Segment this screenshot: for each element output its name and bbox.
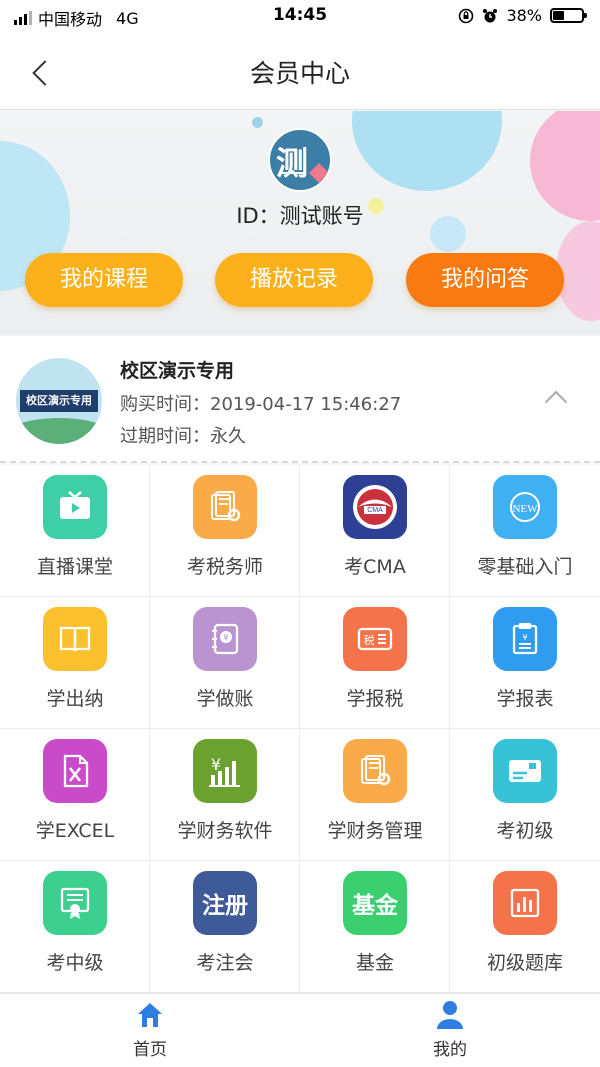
chevron-up-icon [544,390,568,414]
user-icon [437,1001,463,1029]
certificate-icon [43,871,107,935]
collapse-button[interactable] [543,385,569,414]
document-gear-icon [193,475,257,539]
home-icon [138,1003,162,1027]
grid-item-label: 学做账 [196,688,254,710]
grid-item-2[interactable]: CMA 考CMA [300,465,450,597]
user-id: ID：测试账号 [236,204,364,228]
course-name: 校区演示专用 [120,360,235,382]
decor-blob [252,117,263,128]
icon-text: 基金 [352,893,398,919]
grid-item-4[interactable]: 学出纳 [0,597,150,729]
course-thumbnail: 校区演示专用 [16,358,102,444]
my-courses-button[interactable]: 我的课程 [25,253,183,307]
grid-item-7[interactable]: ¥ 学报表 [450,597,600,729]
tab-home[interactable]: 首页 [0,994,300,1067]
grid-item-5[interactable]: ¥ 学做账 [150,597,300,729]
cma-badge-icon: CMA [343,475,407,539]
yuan-notebook-icon: ¥ [193,607,257,671]
grid-item-15[interactable]: 初级题库 [450,861,600,993]
purchase-time: 购买时间：2019-04-17 15:46:27 [120,394,402,415]
grid-item-label: 学EXCEL [35,820,115,842]
thumb-hills [16,418,102,444]
tax-ticket-icon: 税 [343,607,407,671]
grid-item-label: 初级题库 [486,952,563,974]
document-gear-icon [343,739,407,803]
grid-item-label: 考中级 [46,952,104,974]
report-clipboard-icon: ¥ [493,607,557,671]
grid-item-1[interactable]: 考税务师 [150,465,300,597]
svg-text:CMA: CMA [367,507,383,514]
grid-item-label: 学报税 [346,688,404,710]
grid-item-label: 考注会 [196,952,254,974]
grid-item-label: 零基础入门 [477,556,573,578]
card-icon [493,739,557,803]
tab-mine-label: 我的 [433,1040,467,1060]
zhuce-text-icon: 注册 [193,871,257,935]
feature-grid: 直播课堂 考税务师 CMA 考CMA NEW 零基础入门学出纳 ¥ 学做账 税学报税 ¥ 学报表学E… [0,465,600,993]
page-title: 会员中心 [249,59,350,88]
nav-bar: 会员中心 [0,34,600,110]
excel-icon [43,739,107,803]
tab-mine[interactable]: 我的 [300,994,600,1067]
status-bar: 中国移动 4G 14:45 38% [0,0,600,34]
tab-bar: 首页 我的 [0,993,600,1067]
jijin-text-icon: 基金 [343,871,407,935]
grid-item-label: 考CMA [344,556,406,578]
decor-blob [352,111,502,191]
bar-chart-icon [493,871,557,935]
grid-item-label: 直播课堂 [36,556,113,578]
grid-item-0[interactable]: 直播课堂 [0,465,150,597]
svg-text:NEW: NEW [512,503,538,515]
svg-text:税: 税 [364,633,375,647]
alarm-icon [483,8,498,22]
grid-item-10[interactable]: 学财务管理 [300,729,450,861]
svg-text:¥: ¥ [522,633,527,642]
my-questions-button[interactable]: 我的问答 [406,253,564,307]
svg-text:¥: ¥ [223,634,229,644]
profile-banner: 测 ID：测试账号 我的课程 播放记录 我的问答 [0,111,600,335]
play-history-button[interactable]: 播放记录 [215,253,373,307]
book-icon [43,607,107,671]
avatar-initial: 测 [276,144,309,182]
tab-home-label: 首页 [133,1040,167,1060]
avatar[interactable]: 测 [268,128,332,192]
rotation-lock-icon [459,8,474,23]
heartbeat-line [280,172,304,174]
grid-item-3[interactable]: NEW 零基础入门 [450,465,600,597]
grid-item-label: 学财务软件 [177,820,273,842]
battery-level-fill [553,11,564,20]
icon-text: 注册 [202,893,248,919]
expire-time: 过期时间：永久 [120,426,246,447]
grid-item-label: 考初级 [496,820,554,842]
grid-item-label: 学报表 [496,688,554,710]
grid-item-label: 学出纳 [46,688,104,710]
grid-item-12[interactable]: 考中级 [0,861,150,993]
grid-item-8[interactable]: 学EXCEL [0,729,150,861]
course-thumb-label: 校区演示专用 [20,390,98,412]
grid-item-9[interactable]: ¥ 学财务软件 [150,729,300,861]
battery-percent: 38% [506,6,542,25]
battery-icon [550,8,587,23]
grid-item-label: 学财务管理 [327,820,423,842]
heart-icon [309,163,329,183]
grid-item-14[interactable]: 基金 基金 [300,861,450,993]
tv-icon [43,475,107,539]
new-badge-icon: NEW [493,475,557,539]
grid-item-6[interactable]: 税学报税 [300,597,450,729]
grid-item-label: 考税务师 [186,556,263,578]
grid-item-13[interactable]: 注册 考注会 [150,861,300,993]
course-card[interactable]: 校区演示专用 校区演示专用 购买时间：2019-04-17 15:46:27 过… [0,336,600,463]
grid-item-11[interactable]: 考初级 [450,729,600,861]
yuan-chart-icon: ¥ [193,739,257,803]
grid-item-label: 基金 [355,952,394,974]
